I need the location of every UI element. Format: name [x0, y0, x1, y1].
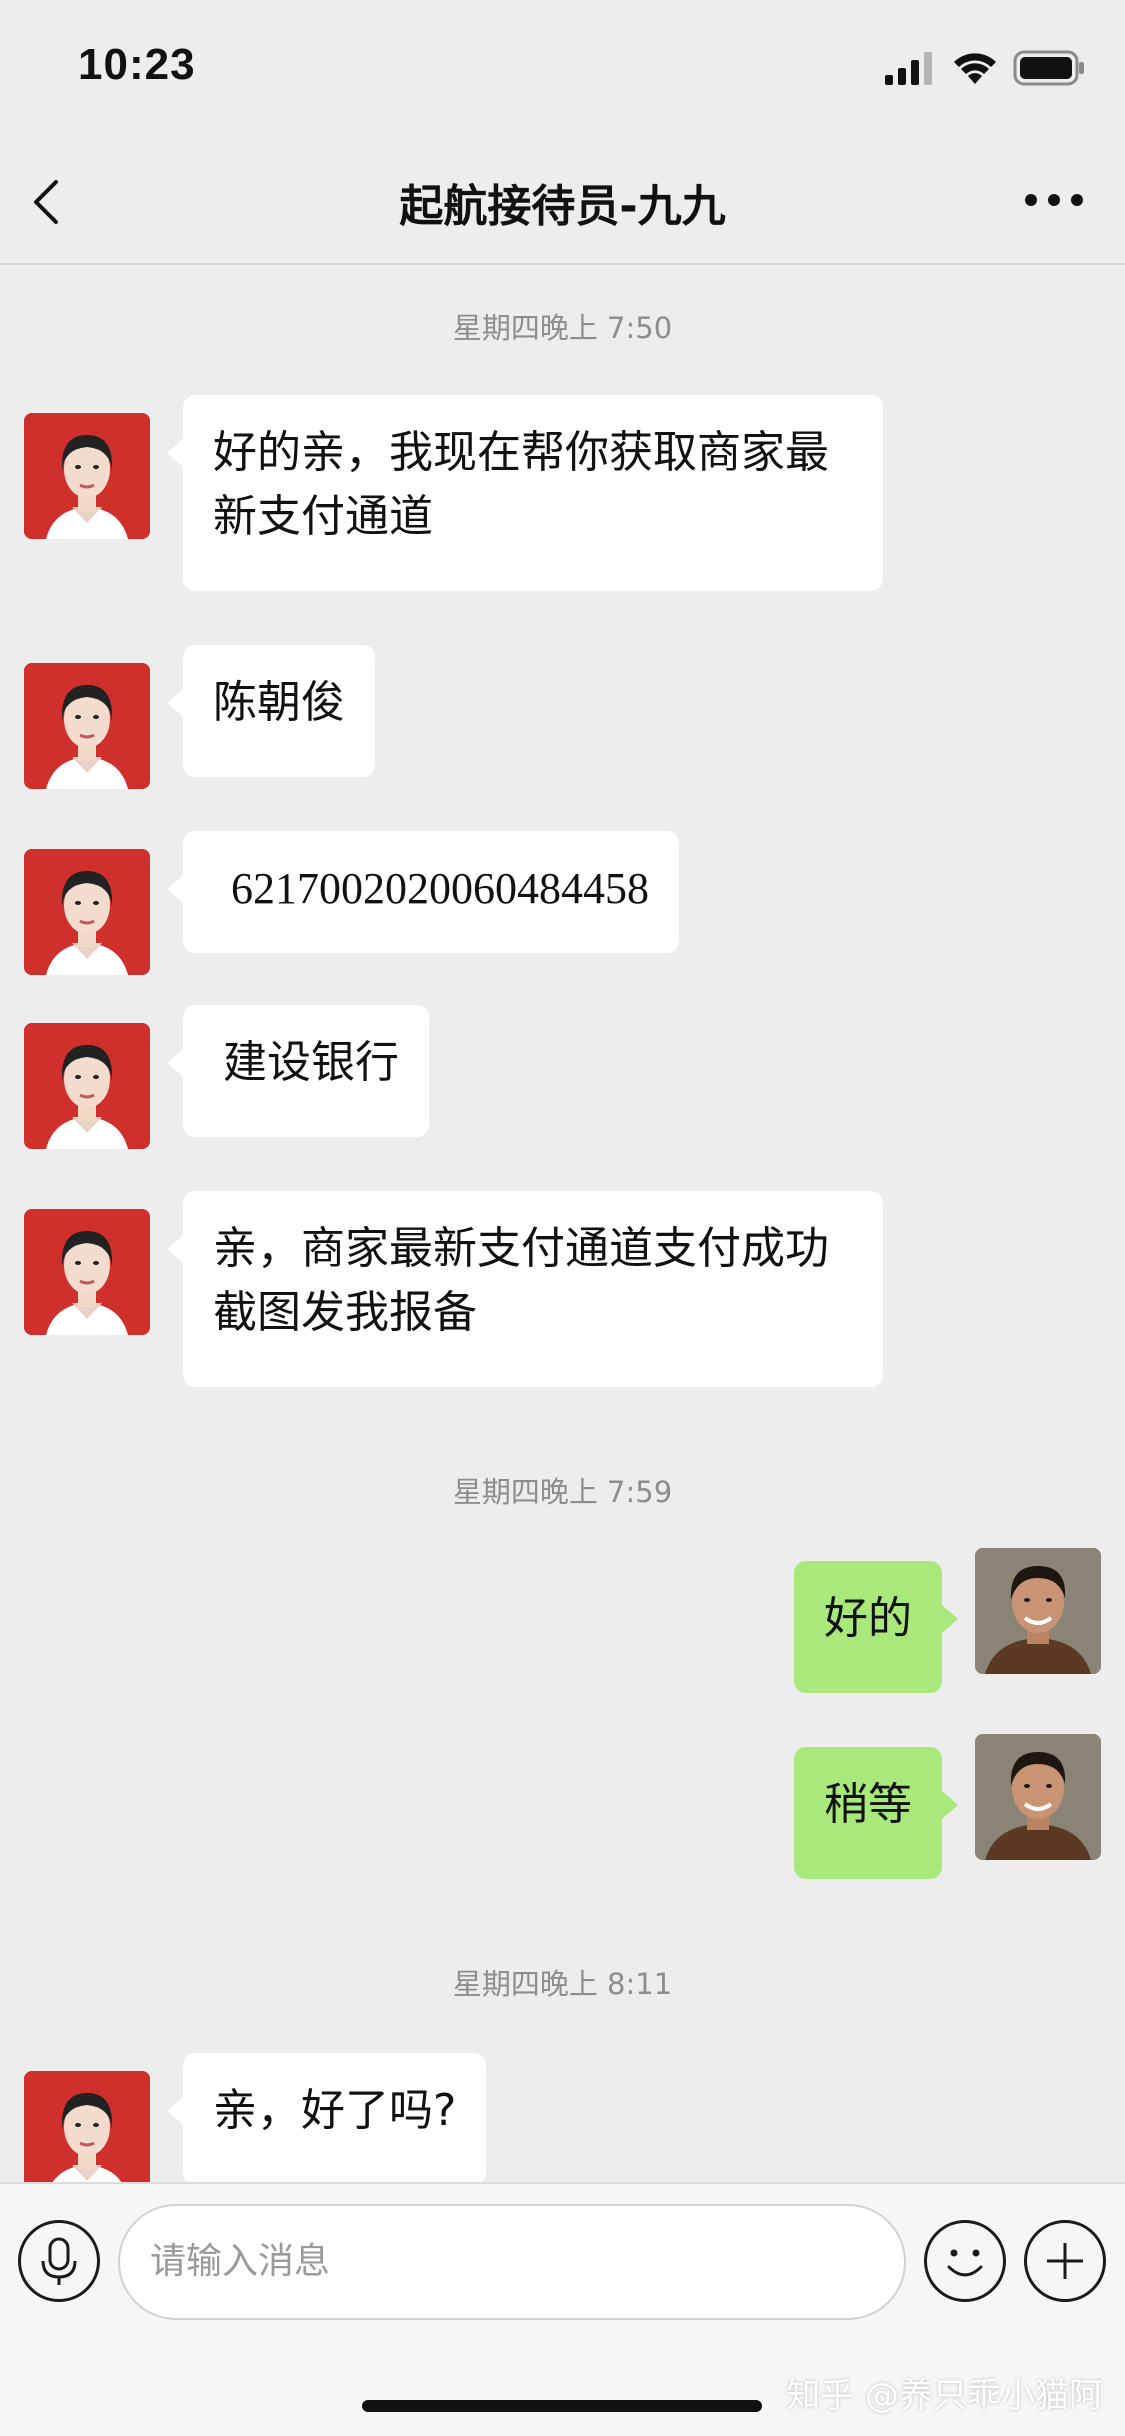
status-icons [885, 50, 1085, 86]
timestamp: 星期四晚上 8:11 [452, 1967, 673, 2001]
status-time: 10:23 [78, 40, 196, 89]
message-text: 建设银行 [223, 1037, 399, 1088]
message-text-line: 新支付通道 [213, 491, 433, 542]
avatar[interactable] [24, 1023, 150, 1149]
avatar[interactable] [24, 1209, 150, 1335]
message-bubble[interactable]: 建设银行 [167, 1005, 429, 1137]
message-text: 好的 [824, 1593, 912, 1644]
voice-button[interactable] [18, 2220, 100, 2302]
avatar[interactable] [24, 413, 150, 539]
home-indicator [362, 2400, 762, 2412]
message-bubble[interactable]: 陈朝俊 [167, 645, 375, 777]
message-text: 亲，好了吗? [213, 2085, 457, 2136]
message-text: 陈朝俊 [213, 677, 345, 728]
status-bar: 10:23 [0, 0, 1125, 140]
wifi-icon [954, 53, 996, 84]
message-text-line: 好的亲，我现在帮你获取商家最 [213, 427, 829, 478]
message-bubble-self[interactable]: 稍等 [794, 1747, 958, 1879]
chat-area[interactable]: 星期四晚上 7:50 好的亲，我现在帮你获取商家最 新支付通道 陈朝俊 6217… [0, 267, 1125, 2182]
more-dots-icon[interactable] [1019, 170, 1089, 230]
nav-bar: 起航接待员-九九 [0, 140, 1125, 265]
self-avatar[interactable] [975, 1734, 1101, 1860]
plus-button[interactable] [1024, 2220, 1106, 2302]
plus-icon [1047, 2243, 1083, 2279]
timestamp: 星期四晚上 7:59 [452, 1475, 673, 1509]
signal-icon [885, 52, 932, 85]
message-bubble[interactable]: 亲，商家最新支付通道支付成功 截图发我报备 [167, 1191, 883, 1387]
message-text: 稍等 [824, 1779, 912, 1830]
microphone-icon [41, 2237, 77, 2285]
emoji-button[interactable] [924, 2220, 1006, 2302]
emoji-icon [947, 2249, 983, 2277]
self-avatar[interactable] [975, 1548, 1101, 1674]
message-bubble[interactable]: 6217002020060484458 [167, 831, 679, 953]
avatar[interactable] [24, 849, 150, 975]
message-text-line: 亲，商家最新支付通道支付成功 [213, 1223, 829, 1274]
timestamp: 星期四晚上 7:50 [452, 311, 673, 345]
avatar[interactable] [24, 2071, 150, 2182]
message-text-line: 截图发我报备 [213, 1287, 477, 1338]
chat-title: 起航接待员-九九 [399, 181, 726, 232]
message-text: 6217002020060484458 [231, 864, 649, 913]
message-bubble-self[interactable]: 好的 [794, 1561, 958, 1693]
message-bubble[interactable]: 亲，好了吗? [166, 2053, 487, 2182]
avatar[interactable] [24, 663, 150, 789]
battery-icon [1013, 50, 1084, 86]
message-bubble[interactable]: 好的亲，我现在帮你获取商家最 新支付通道 [167, 395, 883, 591]
message-input[interactable]: 请输入消息 [118, 2204, 906, 2320]
watermark: 知乎 @养只乖小猫阿 [786, 2376, 1103, 2416]
